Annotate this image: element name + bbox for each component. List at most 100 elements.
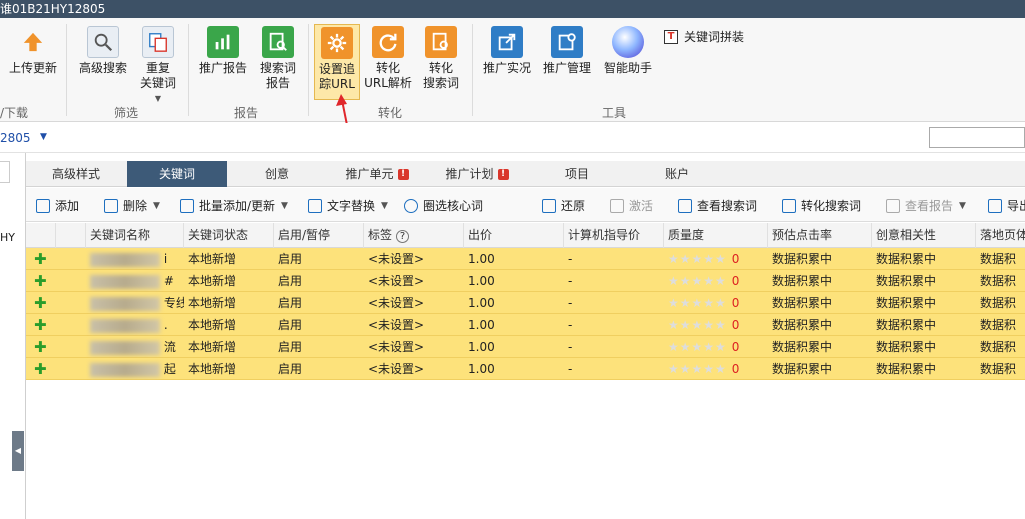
report-chart-icon [886, 199, 900, 213]
enabled-cell[interactable]: 启用 [274, 248, 364, 270]
enabled-cell[interactable]: 启用 [274, 336, 364, 358]
table-row[interactable]: ✚ . 本地新增 启用 <未设置> 1.00- ★★★★★ 0 数据积累中 数据积累中 数据积 [26, 314, 1025, 336]
keyword-name-cell[interactable]: i [86, 248, 184, 270]
quality-value: 0 [731, 296, 740, 310]
keyword-name-cell[interactable]: # [86, 270, 184, 292]
tab-bar: 高级样式 关键词 创意 推广单元! 推广计划! 项目 账户 [26, 161, 1025, 187]
view-search-terms-button[interactable]: 查看搜索词 [678, 197, 757, 215]
trash-icon [104, 199, 118, 213]
header-tag-label: 标签 [368, 228, 393, 242]
promotion-report-button[interactable]: 推广报告 [196, 26, 250, 76]
expand-plus-icon[interactable]: ✚ [26, 292, 56, 314]
tab-campaign[interactable]: 推广计划! [427, 161, 527, 187]
bid-cell[interactable]: 1.00 [464, 358, 564, 380]
header-landing-page[interactable]: 落地页体 [976, 223, 1025, 248]
table-row[interactable]: ✚ 起本地新增 启用 <未设置> 1.00- ★★★★★ 0 数据积累中 数据积累中 数据积 [26, 358, 1025, 380]
table-row[interactable]: ✚ i 本地新增 启用 <未设置> 1.00- ★★★★★ 0 数据积累中 数据积累中 数据积 [26, 248, 1025, 270]
tree-search-field[interactable] [0, 161, 10, 183]
quality-value: 0 [731, 252, 740, 266]
header-ctr[interactable]: 预估点击率 [768, 223, 872, 248]
promotion-manage-button[interactable]: 推广管理 [540, 26, 594, 76]
help-icon[interactable]: ? [395, 230, 410, 243]
delete-button[interactable]: 删除 ▼ [104, 197, 160, 215]
tag-cell[interactable]: <未设置> [364, 314, 464, 336]
keyword-name-cell[interactable]: . [86, 314, 184, 336]
header-enable-pause[interactable]: 启用/暂停 [274, 223, 364, 248]
duplicate-keyword-button[interactable]: 重复 关键词 ▼ [134, 26, 182, 106]
window-title: 谁01B21HY12805 [0, 0, 1025, 18]
account-dropdown-icon[interactable]: ▼ [40, 132, 47, 142]
batch-add-update-button[interactable]: 批量添加/更新 ▼ [180, 197, 288, 215]
select-core-words-button[interactable]: 圈选核心词 [404, 197, 483, 215]
header-guide-price[interactable]: 计算机指导价 [564, 223, 664, 248]
table-row[interactable]: ✚ 流本地新增 启用 <未设置> 1.00- ★★★★★ 0 数据积累中 数据积累中 数据积 [26, 336, 1025, 358]
keyword-name-cell[interactable]: 流 [86, 336, 184, 358]
header-quality[interactable]: 质量度 [664, 223, 768, 248]
keyword-name-visible: 专线 [163, 296, 184, 310]
header-keyword-status[interactable]: 关键词状态 [184, 223, 274, 248]
export-button[interactable]: 导出 [988, 197, 1025, 215]
tag-cell[interactable]: <未设置> [364, 336, 464, 358]
tab-keywords[interactable]: 关键词 [127, 161, 227, 187]
tab-creative[interactable]: 创意 [227, 161, 327, 187]
delete-label: 删除 [123, 199, 148, 213]
keyword-combine-button[interactable]: T 关键词拼装 [664, 28, 744, 45]
text-replace-button[interactable]: 文字替换 ▼ [308, 197, 388, 215]
keyword-name-cell[interactable]: 专线 [86, 292, 184, 314]
add-button[interactable]: 添加 [36, 197, 79, 215]
tag-cell[interactable]: <未设置> [364, 270, 464, 292]
expand-plus-icon[interactable]: ✚ [26, 336, 56, 358]
table-row[interactable]: ✚ 专线 本地新增 启用 <未设置> 1.00- ★★★★★ 0 数据积累中 数据积累中 数据积 [26, 292, 1025, 314]
bid-cell[interactable]: 1.00 [464, 314, 564, 336]
tab-project[interactable]: 项目 [527, 161, 627, 187]
tab-ad-group[interactable]: 推广单元! [327, 161, 427, 187]
warning-icon: ! [497, 169, 509, 180]
bid-cell[interactable]: 1.00 [464, 336, 564, 358]
restore-button[interactable]: 还原 [542, 197, 585, 215]
group-download-label: /下载 [0, 106, 29, 120]
expand-plus-icon[interactable]: ✚ [26, 358, 56, 380]
tab-advanced-style[interactable]: 高级样式 [26, 161, 126, 187]
search-term-report-button[interactable]: 搜索词 报告 [254, 26, 302, 91]
expand-plus-icon[interactable]: ✚ [26, 314, 56, 336]
tag-cell[interactable]: <未设置> [364, 248, 464, 270]
tag-cell[interactable]: <未设置> [364, 358, 464, 380]
bid-cell[interactable]: 1.00 [464, 292, 564, 314]
table-row[interactable]: ✚ # 本地新增 启用 <未设置> 1.00- ★★★★★ 0 数据积累中 数据积累中 数据积 [26, 270, 1025, 292]
account-id[interactable]: 2805 [0, 131, 31, 145]
header-keyword-name[interactable]: 关键词名称 [86, 223, 184, 248]
enabled-cell[interactable]: 启用 [274, 358, 364, 380]
relevance-cell: 数据积累中 [876, 318, 937, 332]
header-bid[interactable]: 出价 [464, 223, 564, 248]
bid-cell[interactable]: 1.00 [464, 248, 564, 270]
convert-url-label-2: URL解析 [364, 76, 412, 90]
collapse-panel-handle[interactable]: ◀ [12, 431, 24, 471]
keyword-name-visible: 起 [163, 362, 176, 376]
view-report-button[interactable]: 查看报告 ▼ [886, 197, 966, 215]
smart-assistant-button[interactable]: 智能助手 [600, 26, 656, 76]
advanced-search-button[interactable]: 高级搜索 [76, 26, 130, 76]
convert-search-term-button[interactable]: 转化 搜索词 [416, 26, 466, 91]
enabled-cell[interactable]: 启用 [274, 314, 364, 336]
enabled-cell[interactable]: 启用 [274, 270, 364, 292]
promotion-live-button[interactable]: 推广实况 [480, 26, 534, 76]
convert-url-parse-button[interactable]: 转化 URL解析 [364, 26, 412, 91]
expand-plus-icon[interactable]: ✚ [26, 270, 56, 292]
quality-cell: ★★★★★ 0 [664, 248, 768, 270]
convert-search-terms-button[interactable]: 转化搜索词 [782, 197, 861, 215]
redacted-text [90, 274, 160, 289]
header-tag[interactable]: 标签 ? [364, 223, 464, 248]
tag-cell[interactable]: <未设置> [364, 292, 464, 314]
keyword-name-cell[interactable]: 起 [86, 358, 184, 380]
upload-button[interactable]: 上传更新 [6, 26, 60, 76]
search-input[interactable] [929, 127, 1025, 148]
enabled-cell[interactable]: 启用 [274, 292, 364, 314]
header-relevance[interactable]: 创意相关性 [872, 223, 976, 248]
bid-cell[interactable]: 1.00 [464, 270, 564, 292]
advanced-search-label: 高级搜索 [78, 61, 127, 75]
expand-plus-icon[interactable]: ✚ [26, 248, 56, 270]
tab-account[interactable]: 账户 [627, 161, 727, 187]
activate-button[interactable]: 激活 [610, 197, 653, 215]
set-tracking-url-button[interactable]: 设置追 踪URL [314, 24, 360, 100]
tree-item-label[interactable]: HY [0, 231, 15, 244]
